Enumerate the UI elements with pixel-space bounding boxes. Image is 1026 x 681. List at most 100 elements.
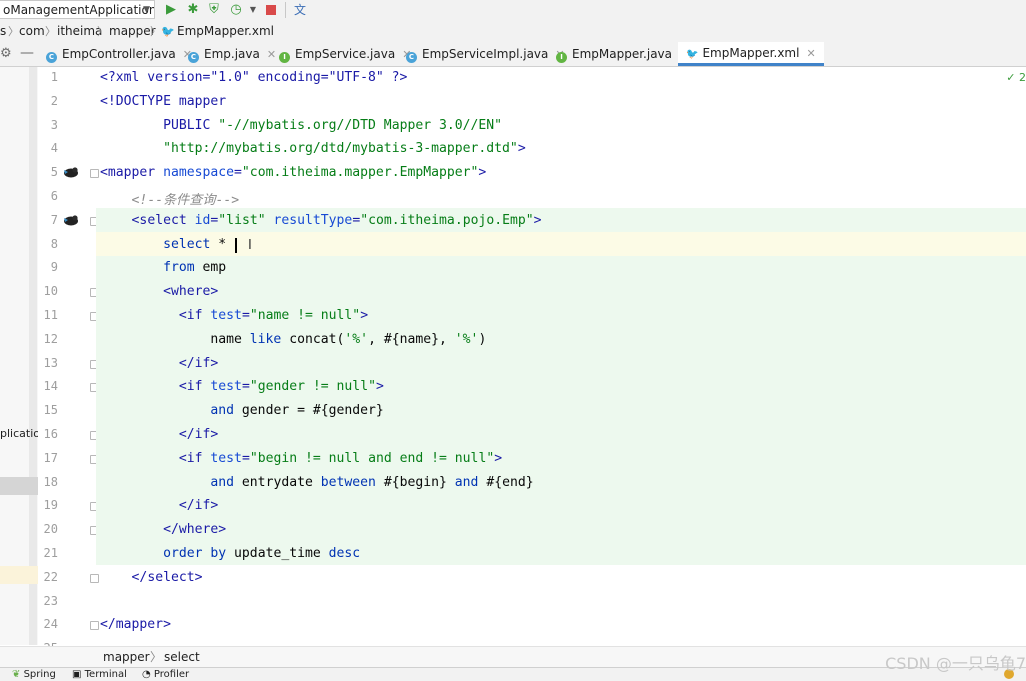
code-line[interactable]: from emp [100, 260, 226, 275]
code-token: test [210, 379, 242, 395]
breadcrumb-item[interactable]: s [0, 21, 6, 42]
code-token: test [210, 450, 242, 466]
class-icon: C [46, 52, 57, 63]
code-line[interactable]: </if> [100, 498, 218, 513]
code-line[interactable]: PUBLIC "-//mybatis.org//DTD Mapper 3.0//… [100, 118, 502, 133]
run-icon[interactable]: ▶ [163, 2, 179, 18]
line-number: 18 [43, 474, 58, 489]
breadcrumb-item[interactable]: itheima [57, 21, 102, 42]
profile-icon[interactable]: ◷ [228, 2, 244, 18]
mybatis-icon: 🐦 [686, 49, 699, 60]
tab-emp[interactable]: C Emp.java ✕ [188, 42, 276, 66]
code-line[interactable]: </select> [100, 570, 203, 585]
code-token: #{end} [478, 474, 534, 490]
code-token: > [478, 165, 487, 181]
tab-label: EmpController.java [62, 47, 176, 61]
debug-icon[interactable]: ✱ [185, 2, 201, 18]
code-line[interactable]: <where> [100, 284, 218, 299]
code-token: > [533, 212, 542, 228]
text-caret [235, 238, 237, 253]
code-token: PUBLIC [163, 117, 219, 133]
code-token: * [210, 236, 227, 252]
chevron-right-icon: 〉 [8, 25, 19, 38]
code-token: = [234, 165, 242, 181]
tab-empserviceimpl[interactable]: CEmpServiceImpl.java✕ [406, 42, 565, 66]
code-token: resultType [273, 212, 353, 228]
code-line[interactable]: order by update_time desc [100, 546, 360, 561]
code-line[interactable]: select * [100, 237, 226, 252]
code-line[interactable]: </if> [100, 356, 218, 371]
tab-label: EmpMapper.xml [702, 46, 800, 60]
code-token: <where> [163, 284, 219, 300]
code-line[interactable]: <if test="gender != null"> [100, 379, 384, 394]
code-token: and [210, 403, 235, 419]
line-number: 11 [43, 308, 58, 322]
code-line[interactable]: and gender = #{gender} [100, 403, 383, 419]
stop-icon[interactable] [263, 2, 279, 18]
breadcrumb-item[interactable]: mapper [109, 21, 156, 42]
tab-empcontroller[interactable]: CEmpController.java✕ [46, 42, 192, 66]
close-icon[interactable]: ✕ [806, 47, 815, 60]
breadcrumb-item[interactable]: com [19, 21, 45, 42]
code-line[interactable]: </where> [100, 522, 226, 537]
code-line[interactable]: <if test="name != null"> [100, 308, 368, 323]
code-line[interactable]: </if> [100, 427, 218, 442]
code-token: "list" [218, 212, 274, 228]
inspection-status[interactable]: ✓ 2 [1006, 71, 1026, 84]
breadcrumb-current[interactable]: EmpMapper.xml [177, 21, 274, 42]
code-line[interactable]: <mapper namespace="com.itheima.mapper.Em… [100, 165, 486, 180]
interface-icon: I [556, 52, 567, 63]
project-tree-item[interactable]: plicatio [0, 426, 38, 442]
tab-empmapper-java[interactable]: IEmpMapper.java✕ [556, 42, 688, 66]
code-line[interactable]: <!--条件查询--> [100, 189, 240, 208]
tool-profiler[interactable]: ◔ Profiler [142, 668, 189, 681]
code-line[interactable]: </mapper> [100, 617, 171, 632]
code-token: desc [328, 546, 361, 561]
chevron-down-icon[interactable]: ▼ [245, 2, 261, 18]
code-line[interactable]: <!DOCTYPE mapper [100, 94, 226, 109]
code-token: name [100, 331, 250, 347]
chevron-down-icon[interactable]: ▼ [143, 1, 150, 18]
chevron-right-icon: 〉 [150, 25, 161, 38]
line-number: 4 [50, 141, 58, 156]
line-number: 3 [50, 117, 58, 132]
close-icon[interactable]: ✕ [267, 48, 276, 61]
translate-icon[interactable]: 文 [292, 2, 308, 18]
tool-window-bar: ❦ Spring ▣ Terminal ◔ Profiler [0, 667, 1026, 681]
run-configuration-select[interactable]: oManagementApplication ▼ [0, 0, 155, 19]
run-configuration-label: oManagementApplication [3, 3, 155, 17]
breadcrumb-item[interactable]: select [164, 647, 200, 668]
code-line[interactable]: "http://mybatis.org/dtd/mybatis-3-mapper… [100, 141, 526, 156]
minimize-icon[interactable]: — [20, 45, 34, 61]
toolbar-divider [285, 2, 286, 18]
line-number: 23 [43, 593, 58, 608]
code-token: <mapper [100, 165, 164, 181]
code-line[interactable]: <?xml version="1.0" encoding="UTF-8" ?> [100, 70, 407, 85]
tool-spring[interactable]: ❦ Spring [12, 668, 56, 681]
code-line[interactable]: <if test="begin != null and end != null"… [100, 451, 502, 466]
line-number: 7 [50, 212, 58, 227]
line-number: 10 [43, 284, 58, 299]
mybatis-navigate-icon[interactable] [63, 214, 79, 226]
coverage-icon[interactable]: ⛨ [206, 2, 222, 18]
code-token: </select> [131, 569, 203, 585]
code-token: <?xml version="1.0" encoding="UTF-8" ?> [100, 70, 408, 85]
line-number: 16 [43, 427, 58, 441]
mybatis-navigate-icon[interactable] [63, 166, 79, 178]
project-tree-selection[interactable] [0, 477, 38, 495]
code-line[interactable]: and entrydate between #{begin} and #{end… [100, 474, 534, 490]
code-token: "-//mybatis.org//DTD Mapper 3.0//EN" [218, 117, 503, 133]
tab-empmapper-xml[interactable]: 🐦 EmpMapper.xml ✕ [678, 42, 824, 66]
gear-icon[interactable]: ⚙ [0, 46, 12, 61]
breadcrumb-item[interactable]: mapper [103, 647, 150, 668]
tab-empservice[interactable]: IEmpService.java✕ [279, 42, 411, 66]
line-number: 12 [43, 331, 58, 346]
code-line[interactable]: name like concat('%', #{name}, '%') [100, 332, 486, 347]
code-token: <select [131, 212, 195, 228]
code-line[interactable]: <select id="list" resultType="com.itheim… [100, 213, 542, 228]
project-panel-scrollbar[interactable] [29, 67, 37, 645]
tool-terminal[interactable]: ▣ Terminal [72, 668, 127, 681]
